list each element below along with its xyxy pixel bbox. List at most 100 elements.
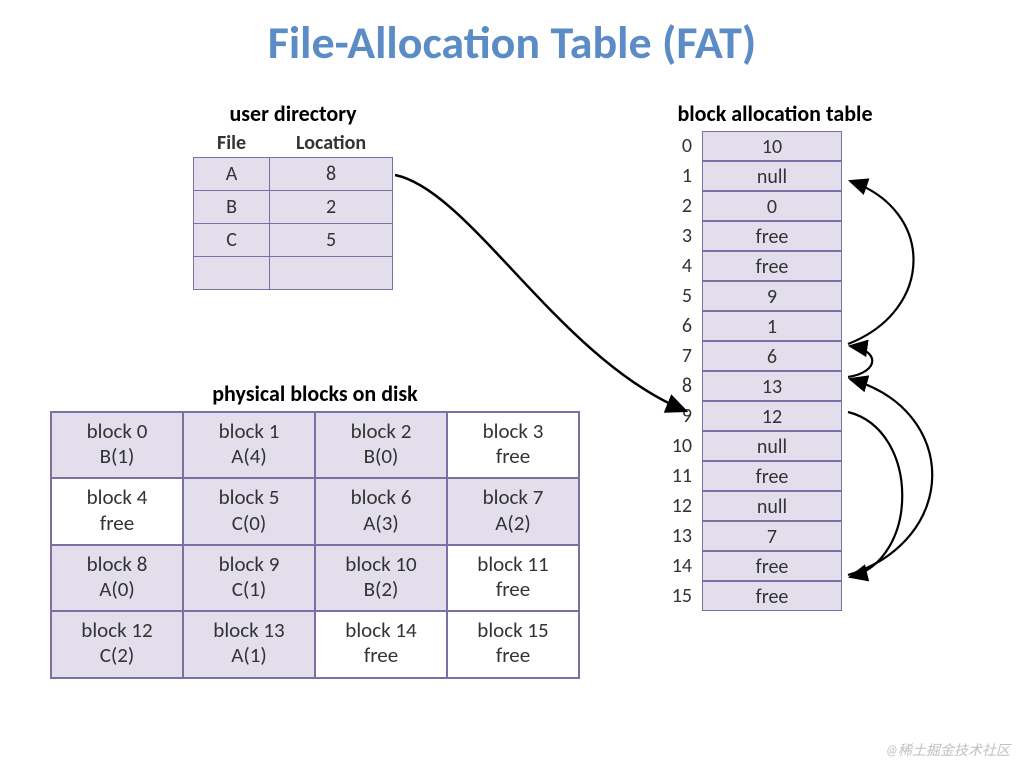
bat-index: 7 (650, 344, 696, 368)
block-content: B(2) (316, 577, 446, 602)
userdir-file (194, 257, 270, 290)
physical-block-cell: block 6A(3) (315, 478, 447, 544)
bat-index: 0 (650, 134, 696, 158)
userdir-file: A (194, 158, 270, 191)
block-allocation-table: block allocation table 0101null203free4f… (650, 100, 900, 611)
physical-block-cell: block 0B(1) (51, 412, 183, 478)
bat-index: 3 (650, 224, 696, 248)
block-id: block 1 (184, 419, 314, 444)
physical-block-cell: block 7A(2) (447, 478, 579, 544)
bat-value: 13 (702, 371, 842, 401)
block-content: B(1) (52, 444, 182, 469)
page-title: File-Allocation Table (FAT) (0, 15, 1024, 71)
userdir-file: B (194, 191, 270, 224)
block-content: free (448, 643, 578, 668)
physical-block-cell: block 9C(1) (183, 545, 315, 611)
physical-blocks-label: physical blocks on disk (50, 380, 580, 407)
watermark: @稀土掘金技术社区 (885, 740, 1010, 760)
block-content: A(4) (184, 444, 314, 469)
block-content: free (448, 577, 578, 602)
bat-value: free (702, 251, 842, 281)
block-id: block 15 (448, 618, 578, 643)
bat-value: null (702, 431, 842, 461)
table-row: C 5 (194, 224, 393, 257)
userdir-loc: 5 (270, 224, 393, 257)
bat-value: 9 (702, 281, 842, 311)
bat-value: 0 (702, 191, 842, 221)
block-content: C(1) (184, 577, 314, 602)
block-id: block 4 (52, 485, 182, 510)
bat-value: 7 (702, 521, 842, 551)
block-id: block 11 (448, 552, 578, 577)
block-id: block 6 (316, 485, 446, 510)
block-content: free (448, 444, 578, 469)
bat-index: 2 (650, 194, 696, 218)
user-directory: user directory File Location A 8 B 2 C 5 (193, 100, 393, 290)
physical-block-cell: block 13A(1) (183, 611, 315, 677)
physical-block-cell: block 3free (447, 412, 579, 478)
bat-value: 1 (702, 311, 842, 341)
block-content: A(3) (316, 511, 446, 536)
physical-block-cell: block 14free (315, 611, 447, 677)
userdir-header-file: File (194, 129, 270, 158)
physical-block-cell: block 1A(4) (183, 412, 315, 478)
userdir-header-location: Location (270, 129, 393, 158)
userdir-file: C (194, 224, 270, 257)
table-row (194, 257, 393, 290)
bat-value: free (702, 551, 842, 581)
block-content: free (316, 643, 446, 668)
block-id: block 13 (184, 618, 314, 643)
table-row: A 8 (194, 158, 393, 191)
physical-block-cell: block 5C(0) (183, 478, 315, 544)
bat-value: 12 (702, 401, 842, 431)
block-content: B(0) (316, 444, 446, 469)
arrow-userdir-to-bat8 (395, 175, 686, 411)
block-content: C(2) (52, 643, 182, 668)
bat-index: 11 (650, 464, 696, 488)
block-id: block 3 (448, 419, 578, 444)
bat-value: free (702, 221, 842, 251)
userdir-loc: 2 (270, 191, 393, 224)
bat-table: 0101null203free4free59617681391210null11… (650, 131, 900, 611)
userdir-loc: 8 (270, 158, 393, 191)
user-directory-label: user directory (193, 100, 393, 127)
bat-index: 15 (650, 584, 696, 608)
bat-index: 4 (650, 254, 696, 278)
block-content: free (52, 511, 182, 536)
physical-block-cell: block 10B(2) (315, 545, 447, 611)
bat-value: null (702, 161, 842, 191)
table-row: B 2 (194, 191, 393, 224)
block-id: block 12 (52, 618, 182, 643)
block-id: block 2 (316, 419, 446, 444)
bat-value: null (702, 491, 842, 521)
physical-block-cell: block 12C(2) (51, 611, 183, 677)
bat-index: 5 (650, 284, 696, 308)
physical-block-cell: block 2B(0) (315, 412, 447, 478)
block-content: A(1) (184, 643, 314, 668)
physical-blocks: physical blocks on disk block 0B(1)block… (50, 380, 580, 679)
block-content: C(0) (184, 511, 314, 536)
block-id: block 0 (52, 419, 182, 444)
block-content: A(2) (448, 511, 578, 536)
bat-value: 10 (702, 131, 842, 161)
block-id: block 9 (184, 552, 314, 577)
bat-index: 9 (650, 404, 696, 428)
bat-index: 13 (650, 524, 696, 548)
block-content: A(0) (52, 577, 182, 602)
userdir-loc (270, 257, 393, 290)
physical-block-cell: block 4free (51, 478, 183, 544)
user-directory-table: File Location A 8 B 2 C 5 (193, 129, 393, 290)
physical-block-cell: block 11free (447, 545, 579, 611)
physical-block-cell: block 15free (447, 611, 579, 677)
bat-index: 14 (650, 554, 696, 578)
bat-index: 8 (650, 374, 696, 398)
block-id: block 7 (448, 485, 578, 510)
physical-blocks-grid: block 0B(1)block 1A(4)block 2B(0)block 3… (50, 411, 580, 679)
physical-block-cell: block 8A(0) (51, 545, 183, 611)
block-id: block 14 (316, 618, 446, 643)
bat-value: free (702, 581, 842, 611)
bat-index: 10 (650, 434, 696, 458)
bat-value: 6 (702, 341, 842, 371)
bat-index: 1 (650, 164, 696, 188)
bat-index: 12 (650, 494, 696, 518)
